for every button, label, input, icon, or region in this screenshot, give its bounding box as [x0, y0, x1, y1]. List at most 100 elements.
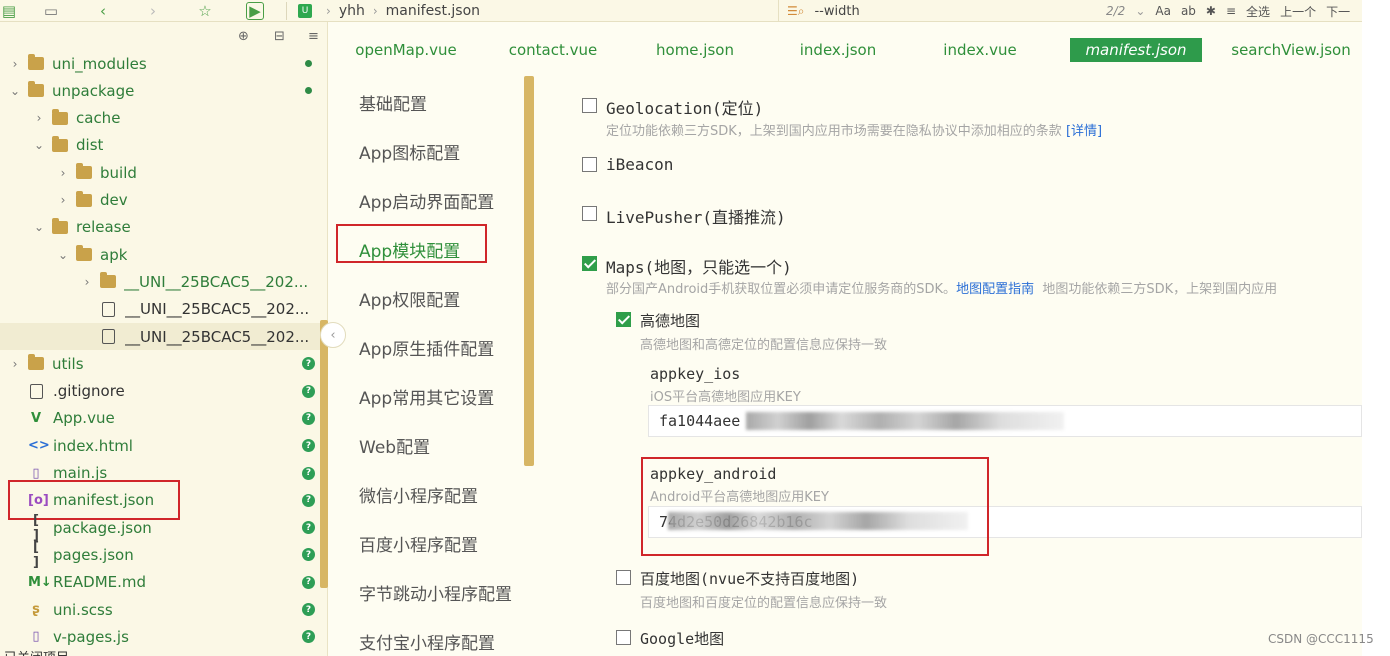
google-map-checkbox[interactable]	[616, 630, 631, 645]
find-count: 2/2	[1106, 4, 1126, 18]
tab-searchview[interactable]: searchView.json	[1230, 38, 1352, 62]
chevron-right-icon[interactable]: ›	[8, 357, 22, 371]
prev-match-button[interactable]: 上一个	[1280, 3, 1316, 20]
nav-app-splash-config[interactable]: App启动界面配置	[359, 188, 494, 213]
file-tree-item[interactable]: .gitignore?	[0, 378, 322, 405]
file-tree-item[interactable]: ⌄ release	[0, 214, 322, 241]
find-bar[interactable]: ☰⌕ --width	[778, 0, 1108, 22]
collapse-all-icon[interactable]: ⊟	[274, 29, 285, 44]
chevron-right-icon[interactable]: ›	[56, 166, 70, 180]
breadcrumb-file[interactable]: manifest.json	[386, 3, 480, 19]
file-tree-item[interactable]: › build	[0, 159, 322, 186]
nav-app-permission-config[interactable]: App权限配置	[359, 286, 460, 311]
tab-index-json[interactable]: index.json	[798, 38, 878, 62]
chevron-down-icon[interactable]: ⌄	[32, 220, 46, 234]
nav-bytedance-mp-config[interactable]: 字节跳动小程序配置	[359, 580, 512, 605]
regex-icon[interactable]: ✱	[1206, 4, 1216, 18]
find-controls: 2/2 ⌄ Aa ab ✱ ≡ 全选 上一个 下一	[1106, 0, 1360, 22]
file-tree-item[interactable]: › __UNI__25BCAC5__202...	[0, 268, 322, 295]
run-icon[interactable]: ▶	[246, 2, 264, 20]
file-tree-item[interactable]: › uni_modules	[0, 50, 322, 77]
menu-icon[interactable]: ≡	[308, 29, 319, 44]
save-icon[interactable]: ▭	[42, 2, 60, 20]
file-tree-label: release	[76, 218, 131, 237]
file-tree-item[interactable]: M↓ README.md?	[0, 569, 322, 596]
livepusher-label: LivePusher(直播推流)	[606, 208, 786, 227]
nav-web-config[interactable]: Web配置	[359, 433, 430, 458]
find-chevron-down-icon[interactable]: ⌄	[1135, 4, 1145, 18]
tab-contact[interactable]: contact.vue	[508, 38, 598, 62]
tab-manifest[interactable]: manifest.json	[1070, 38, 1202, 62]
explorer-scrollbar[interactable]	[320, 320, 328, 588]
geolocation-desc: 定位功能依赖三方SDK，上架到国内应用市场需要在隐私协议中添加相应的条款 [详情…	[606, 120, 1102, 139]
tab-home-json[interactable]: home.json	[656, 38, 734, 62]
back-icon[interactable]: ‹	[94, 2, 112, 20]
nav-scrollbar[interactable]	[524, 76, 534, 466]
chevron-right-icon[interactable]: ›	[32, 111, 46, 125]
nav-app-icon-config[interactable]: App图标配置	[359, 139, 460, 164]
file-tree-item[interactable]: V App.vue?	[0, 405, 322, 432]
whole-word-button[interactable]: ab	[1181, 4, 1196, 18]
file-tree-label: uni.scss	[53, 600, 113, 619]
find-input[interactable]: --width	[814, 4, 859, 19]
file-tree-item[interactable]: ⌄ dist	[0, 132, 322, 159]
file-tree-label: App.vue	[53, 409, 115, 428]
star-icon[interactable]: ☆	[196, 2, 214, 20]
livepusher-checkbox[interactable]	[582, 206, 597, 221]
chevron-right-icon[interactable]: ›	[56, 193, 70, 207]
file-tree-item[interactable]: __UNI__25BCAC5__202...	[0, 323, 322, 350]
manifest-settings-nav: 基础配置 App图标配置 App启动界面配置 App模块配置 App权限配置 A…	[336, 76, 536, 656]
nav-app-native-plugin-config[interactable]: App原生插件配置	[359, 335, 494, 360]
amap-checkbox[interactable]	[616, 312, 631, 327]
file-tree-label: package.json	[53, 518, 152, 537]
md-file-icon: M↓	[28, 574, 52, 590]
file-tree-item[interactable]: ⌄ unpackage	[0, 77, 322, 104]
chevron-right-icon[interactable]: ›	[80, 275, 94, 289]
match-case-button[interactable]: Aa	[1155, 4, 1171, 18]
chevron-down-icon[interactable]: ⌄	[56, 248, 70, 262]
nav-baidu-mp-config[interactable]: 百度小程序配置	[359, 531, 478, 556]
chevron-down-icon[interactable]: ⌄	[32, 138, 46, 152]
align-icon[interactable]: ≡	[1226, 4, 1236, 18]
nav-wechat-mp-config[interactable]: 微信小程序配置	[359, 482, 478, 507]
nav-app-other-settings[interactable]: App常用其它设置	[359, 384, 494, 409]
chevron-down-icon[interactable]: ⌄	[8, 84, 22, 98]
geolocation-detail-link[interactable]: [详情]	[1066, 124, 1102, 139]
select-all-button[interactable]: 全选	[1246, 3, 1270, 20]
file-tree-item[interactable]: ʂ uni.scss?	[0, 596, 322, 623]
untracked-status-icon: ?	[302, 411, 315, 425]
file-tree-label: pages.json	[53, 545, 134, 564]
map-config-guide-link[interactable]: 地图配置指南	[956, 282, 1034, 297]
file-tree-item[interactable]: <> index.html?	[0, 432, 322, 459]
file-tree-item[interactable]: [ ] pages.json?	[0, 540, 322, 570]
file-tree-item[interactable]: › cache	[0, 105, 322, 132]
file-tree-item[interactable]: [ ] package.json?	[0, 513, 322, 543]
nav-basic-config[interactable]: 基础配置	[359, 90, 427, 115]
tab-index-vue[interactable]: index.vue	[943, 38, 1016, 62]
explorer-icon[interactable]: ▤	[0, 2, 18, 20]
chevron-right-icon[interactable]: ›	[8, 57, 22, 71]
file-tree-item[interactable]: › utils?	[0, 350, 322, 377]
file-tree-item[interactable]: › dev	[0, 187, 322, 214]
forward-icon[interactable]: ›	[144, 2, 162, 20]
untracked-status-icon: ?	[302, 603, 315, 616]
nav-alipay-mp-config[interactable]: 支付宝小程序配置	[359, 629, 495, 654]
maps-checkbox[interactable]	[582, 256, 597, 271]
next-match-button[interactable]: 下一	[1326, 3, 1350, 20]
baidu-map-checkbox[interactable]	[616, 570, 631, 585]
breadcrumb: U › yhh › manifest.json	[298, 0, 480, 22]
ibeacon-checkbox[interactable]	[582, 157, 597, 172]
file-tree-item[interactable]: __UNI__25BCAC5__202...	[0, 296, 322, 323]
file-tree-label: unpackage	[52, 81, 135, 100]
geolocation-desc-text: 定位功能依赖三方SDK，上架到国内应用市场需要在隐私协议中添加相应的条款	[606, 124, 1062, 139]
file-tree-item[interactable]: ⌄ apk	[0, 241, 322, 268]
maps-desc: 部分国产Android手机获取位置必须申请定位服务商的SDK。地图配置指南 地图…	[606, 278, 1277, 297]
locate-icon[interactable]: ⊕	[238, 29, 249, 44]
tab-openmap[interactable]: openMap.vue	[355, 38, 456, 62]
breadcrumb-project[interactable]: yhh	[339, 3, 365, 19]
closed-projects-label[interactable]: 已关闭项目	[4, 647, 69, 656]
file-tree-label: build	[100, 163, 137, 182]
file-tree-label: dist	[76, 136, 104, 155]
geolocation-checkbox[interactable]	[582, 98, 597, 113]
right-margin	[1362, 0, 1390, 656]
